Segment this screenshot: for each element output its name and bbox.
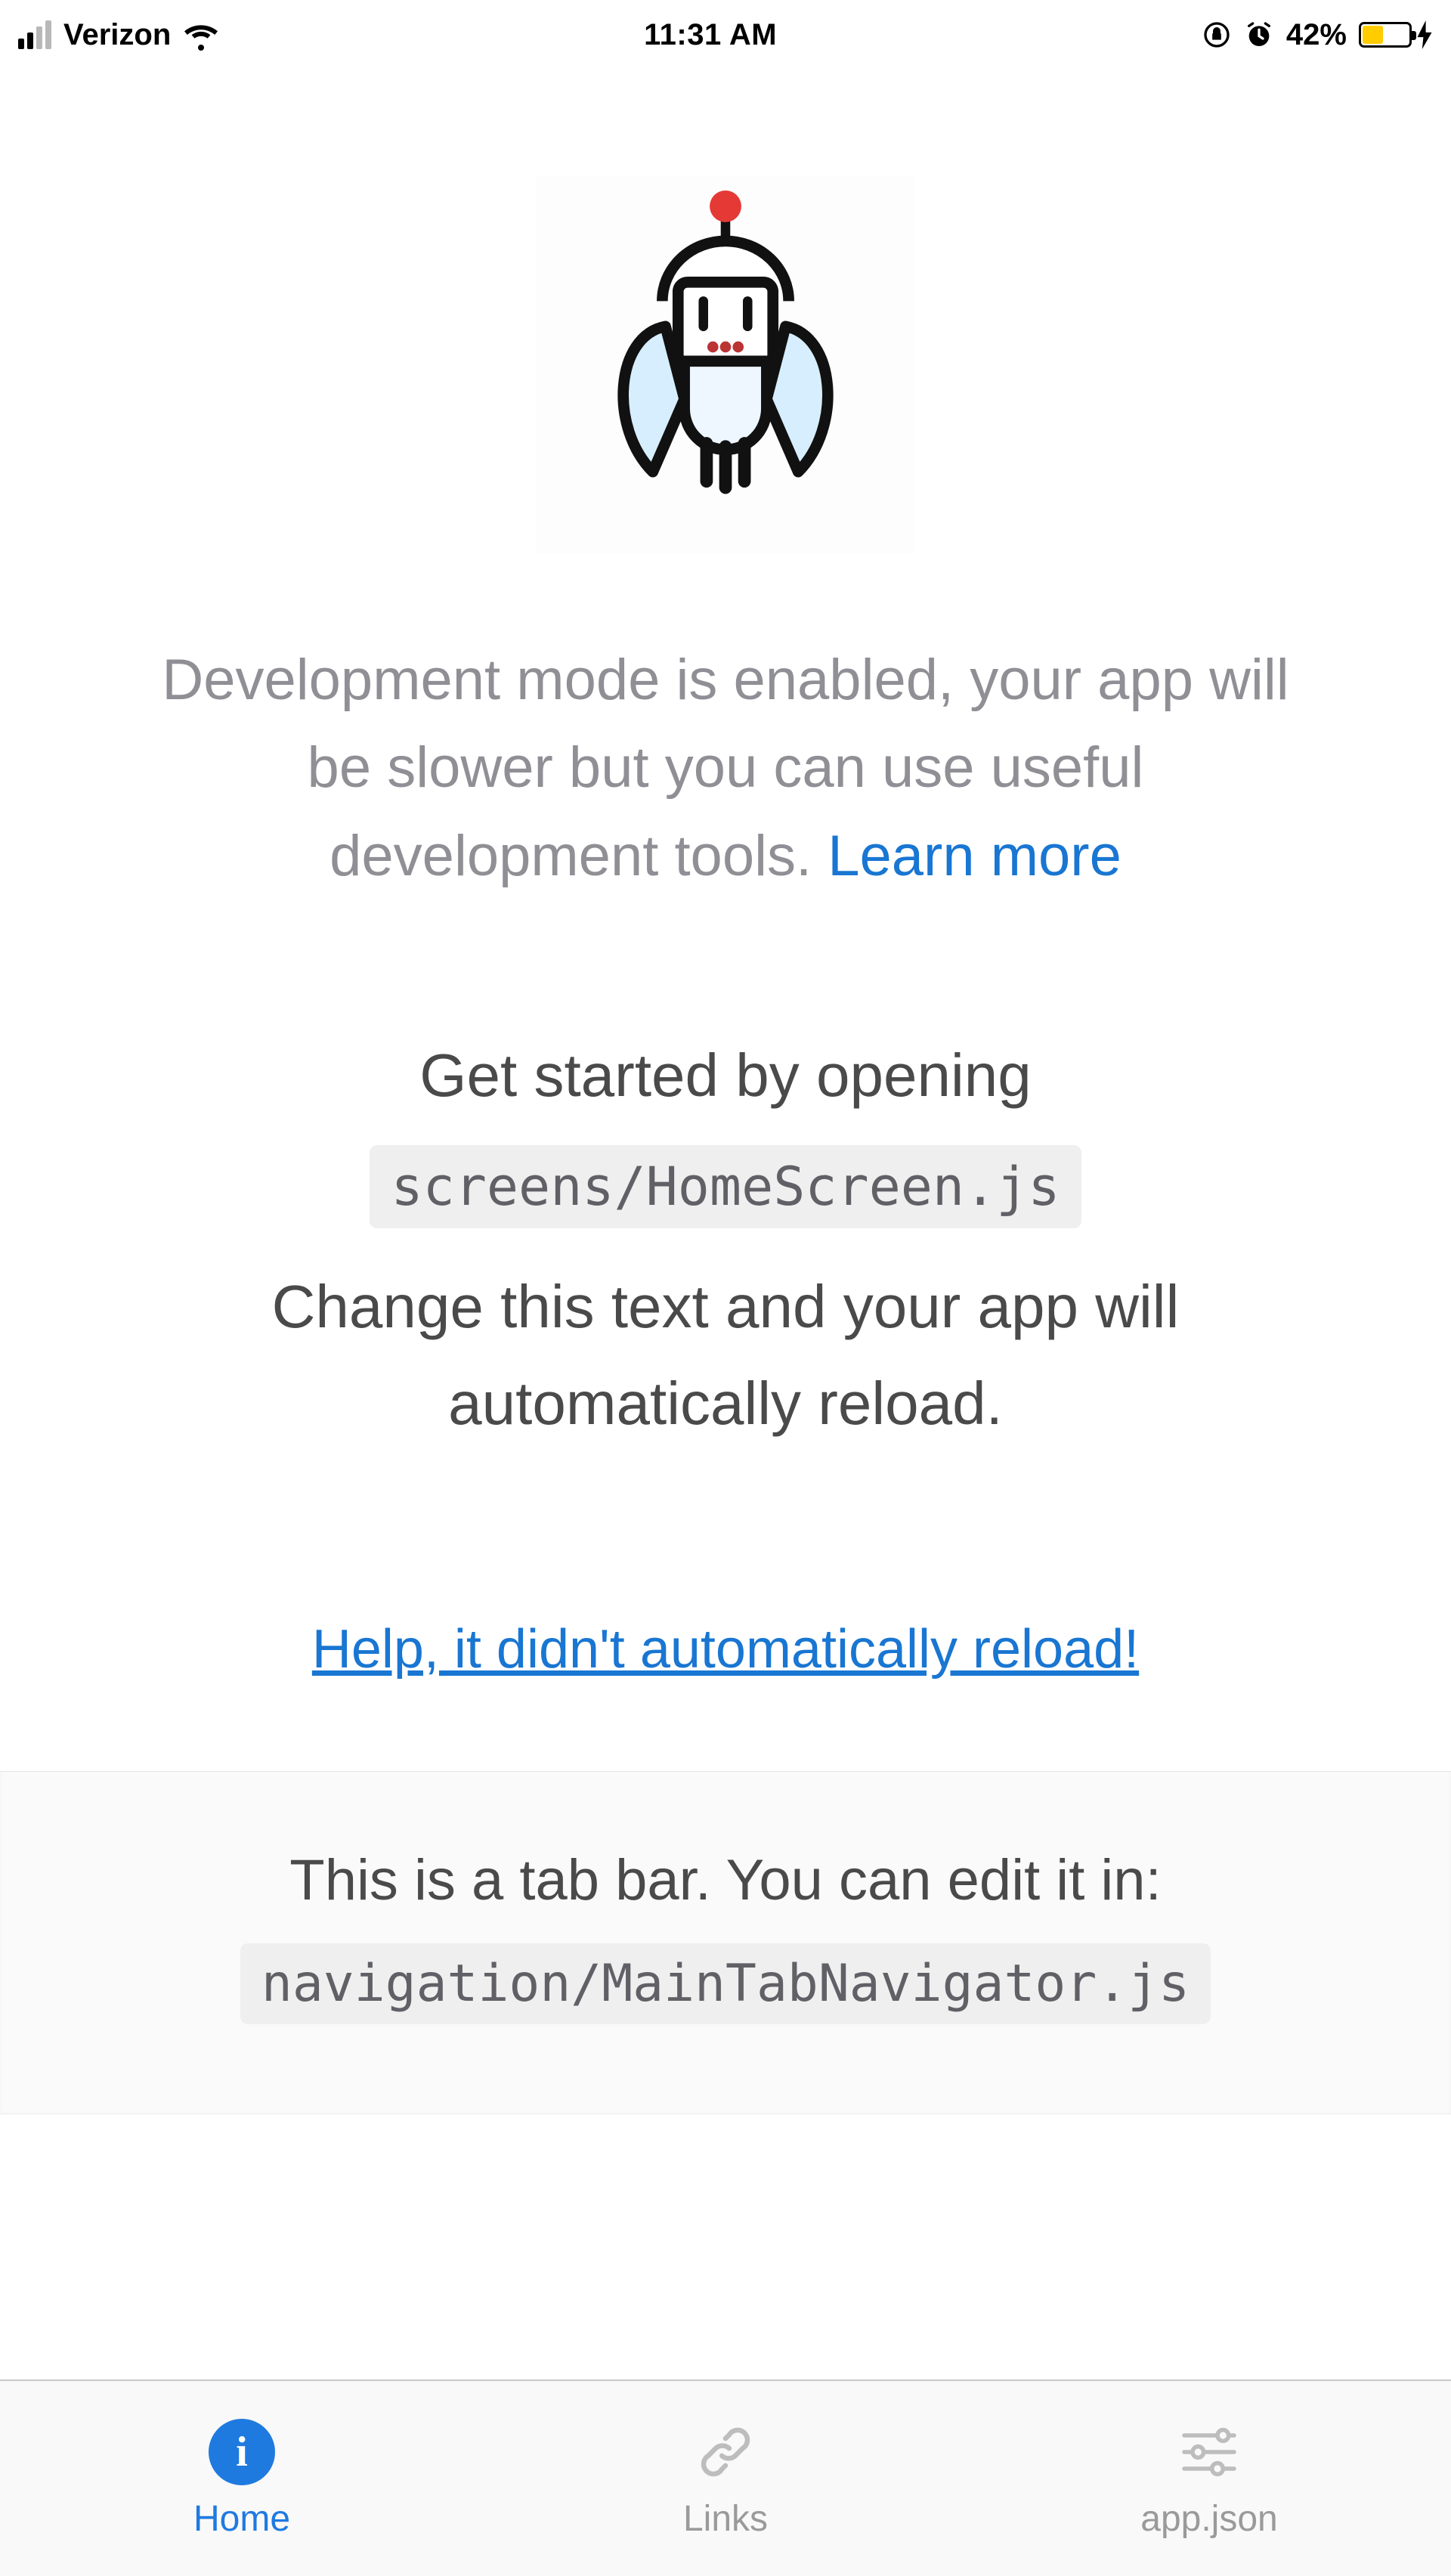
tab-appjson[interactable]: app.json (967, 2381, 1451, 2576)
tab-navigator-path-chip: navigation/MainTabNavigator.js (240, 1943, 1211, 2024)
tab-bar: i Home Links (0, 2379, 1451, 2576)
battery-icon (1359, 20, 1433, 49)
status-time: 11:31 AM (644, 18, 777, 52)
tab-links[interactable]: Links (484, 2381, 967, 2576)
expo-robot-logo (537, 175, 914, 553)
charging-bolt-icon (1416, 20, 1433, 49)
rotation-lock-icon (1202, 20, 1232, 50)
tab-bar-hint-panel: This is a tab bar. You can edit it in: n… (0, 1771, 1451, 2115)
status-bar: Verizon 11:31 AM 42% (0, 0, 1451, 70)
home-screen-content: Development mode is enabled, your app wi… (0, 70, 1451, 2379)
alarm-icon (1244, 20, 1274, 50)
battery-percent: 42% (1286, 18, 1347, 52)
tab-appjson-label: app.json (1140, 2498, 1277, 2540)
learn-more-link[interactable]: Learn more (828, 824, 1122, 888)
tab-home[interactable]: i Home (0, 2381, 484, 2576)
home-screen-path-chip: screens/HomeScreen.js (370, 1145, 1081, 1228)
wifi-icon (183, 17, 219, 53)
tab-links-label: Links (683, 2498, 768, 2540)
help-reload-link[interactable]: Help, it didn't automatically reload! (312, 1618, 1139, 1680)
status-left: Verizon (18, 17, 219, 53)
carrier-label: Verizon (63, 18, 171, 52)
get-started-line: Get started by opening (0, 1029, 1451, 1122)
settings-sliders-icon (1175, 2418, 1243, 2486)
signal-strength-icon (18, 20, 51, 49)
status-right: 42% (1202, 18, 1433, 52)
development-mode-text: Development mode is enabled, your app wi… (0, 636, 1451, 900)
link-icon (691, 2418, 760, 2486)
ios-screen: Verizon 11:31 AM 42% (0, 0, 1451, 2576)
info-circle-icon: i (208, 2418, 276, 2486)
tab-home-label: Home (193, 2498, 290, 2540)
get-started-section: Get started by opening screens/HomeScree… (0, 1029, 1451, 1452)
auto-reload-text: Change this text and your app will autom… (0, 1259, 1451, 1452)
tab-bar-hint-line: This is a tab bar. You can edit it in: (91, 1847, 1360, 1913)
